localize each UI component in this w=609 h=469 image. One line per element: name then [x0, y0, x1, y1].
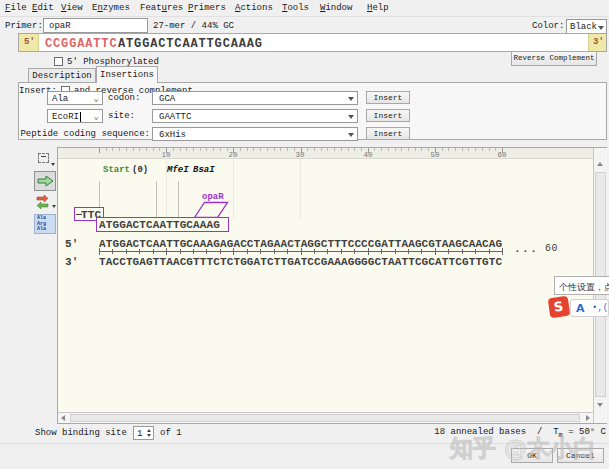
ime-mode-letter[interactable]: A [576, 302, 585, 315]
primer-label: Primer: [5, 21, 43, 31]
scrollbar-thumb[interactable] [70, 414, 580, 422]
primer-sequence-strip[interactable]: 5' CCGGAATTC ATGGACTCAATTGCAAAG 3' [18, 33, 607, 52]
menu-tools[interactable]: Tools [282, 3, 309, 13]
peptide-value-combo[interactable]: 6xHis [152, 127, 358, 141]
menu-view[interactable]: View [61, 3, 83, 13]
translation-toggle-button[interactable]: Ala Arg Ala [34, 214, 56, 234]
five-prime-badge: 5' [19, 34, 39, 51]
menu-primers[interactable]: Primers [188, 3, 226, 13]
chevron-down-icon [348, 133, 354, 137]
watermark: 知乎 @木小白 [450, 433, 596, 464]
red-green-arrows-icon [34, 193, 54, 210]
ruler: 10 20 30 40 50 60 [58, 148, 593, 159]
strand-ellipsis: ··· [514, 245, 538, 257]
green-arrow-icon [35, 172, 55, 190]
edit-primer-dialog: File Edit View Enzymes Features Primers … [0, 0, 609, 469]
reverse-complement-button[interactable]: Reverse Complement [511, 51, 597, 66]
peptide-label: Peptide coding sequence: [20, 129, 150, 139]
insert-site-button[interactable]: Insert [366, 109, 410, 122]
chevron-down-icon [52, 205, 56, 208]
primer-direction-button[interactable] [34, 193, 56, 212]
menu-actions[interactable]: Actions [235, 3, 273, 13]
menu-enzymes[interactable]: Enzymes [92, 3, 130, 13]
enzyme-mfei-label[interactable]: MfeI [167, 165, 189, 175]
chevron-down-icon: ⌄ [94, 93, 99, 104]
ime-tooltip: 个性设置，点 [554, 276, 609, 295]
chevron-down-icon [348, 97, 354, 101]
primer-box-sequence: ATGGACTCAATTGCAAAG [99, 219, 220, 231]
menu-edit[interactable]: Edit [32, 3, 54, 13]
sogou-logo-icon[interactable]: S [548, 296, 571, 319]
chevron-down-icon: ⌄ [94, 111, 99, 122]
ime-extra-icons[interactable]: •,( [592, 303, 608, 313]
spinner-up-icon[interactable] [147, 429, 151, 432]
strand-end-number: 60 [545, 243, 558, 254]
site-enzyme-combo[interactable]: EcoRI ⌄ [47, 109, 103, 123]
primer-stats: 27-mer / 44% GC [153, 21, 234, 31]
binding-site-label: Show binding site [35, 428, 127, 438]
menu-help[interactable]: Help [367, 3, 389, 13]
enzyme-bsai-label[interactable]: BsaI [193, 165, 215, 175]
color-label: Color: [532, 21, 564, 31]
select-tool-button[interactable] [34, 149, 56, 169]
mfei-callout-line [156, 181, 157, 217]
menu-file[interactable]: File [5, 3, 27, 13]
menu-window[interactable]: Window [320, 3, 352, 13]
insert-codon-button[interactable]: Insert [366, 91, 410, 104]
primer-name-value: opaR [49, 21, 71, 31]
scroll-up-icon[interactable] [597, 162, 603, 166]
spinner-down-icon[interactable] [147, 434, 151, 437]
sequence-map-panel[interactable]: 10 20 30 40 50 60 Start (0) MfeI BsaI op… [57, 147, 607, 424]
bottom-strand-label: 3' [65, 256, 78, 268]
chevron-down-icon [598, 26, 604, 30]
binding-site-total: of 1 [160, 428, 182, 438]
insert-peptide-button[interactable]: Insert [366, 127, 410, 140]
color-dropdown[interactable]: Black [566, 19, 607, 34]
chevron-down-icon [348, 115, 354, 119]
codon-value-combo[interactable]: GCA [152, 91, 358, 105]
strip-annealed-seq: ATGGACTCAATTGCAAAG [118, 37, 263, 51]
phosphorylated-checkbox[interactable] [54, 57, 63, 66]
bsai-callout-line [178, 181, 179, 217]
start-callout-line [99, 181, 100, 207]
basepair-tick-line [99, 248, 504, 255]
start-value: (0) [132, 165, 148, 175]
text-cursor [80, 112, 81, 122]
tab-insertions[interactable]: Insertions [96, 66, 158, 83]
start-label[interactable]: Start [103, 165, 130, 175]
pan-tool-button[interactable] [34, 171, 56, 191]
site-value-combo[interactable]: GAATTC [152, 109, 358, 123]
strip-tail-seq: CCGGAATTC [45, 37, 117, 51]
chevron-down-icon [51, 163, 55, 166]
three-prime-badge: 3' [588, 34, 606, 51]
tab-description[interactable]: Description [28, 68, 96, 83]
scroll-down-icon[interactable] [597, 403, 603, 407]
codon-aa-combo[interactable]: Ala ⌄ [47, 91, 103, 105]
codon-label: codon: [108, 93, 140, 103]
scroll-right-icon[interactable] [586, 415, 590, 421]
scroll-left-icon[interactable] [61, 415, 65, 421]
top-strand-label: 5' [65, 238, 78, 250]
horizontal-scrollbar[interactable] [58, 412, 593, 423]
menu-features[interactable]: Features [140, 3, 183, 13]
bottom-strand-sequence[interactable]: TACCTGAGTTAACGTTTCTCTGGATCTTGATCCGAAAGGG… [99, 256, 502, 268]
site-label: site: [108, 111, 135, 121]
binding-site-spinner[interactable]: 1 [133, 426, 154, 440]
